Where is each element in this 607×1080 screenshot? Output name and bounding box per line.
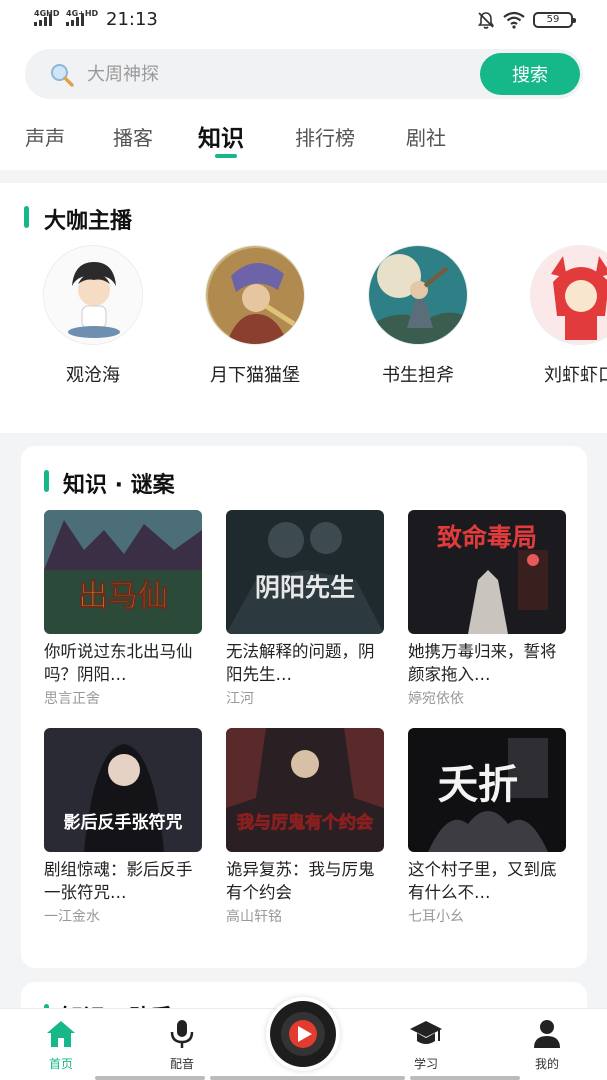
status-bar: 4GHD 4G+HD 21:13 59: [0, 0, 607, 40]
cover-text: 我与厉鬼有个约会: [237, 812, 373, 833]
search-icon: [51, 64, 74, 87]
book-title: 你听说过东北出马仙吗？阴阳…: [44, 642, 193, 684]
active-tab-indicator: [215, 154, 237, 158]
book-title: 这个村子里，又到底有什么不…: [408, 860, 557, 902]
book-cover[interactable]: 致命毒局: [408, 510, 566, 634]
avatar[interactable]: [43, 245, 143, 345]
gesture-bar: [210, 1076, 405, 1080]
graduation-cap-icon: [410, 1021, 442, 1044]
cover-text: 出马仙: [78, 579, 168, 614]
section-title: 知识 · 谜案: [63, 473, 175, 498]
book-cover[interactable]: 出马仙: [44, 510, 202, 634]
cover-text: 影后反手张符咒: [64, 812, 183, 833]
book-author: 江河: [226, 691, 254, 707]
bell-muted-icon: [477, 12, 495, 29]
book-cover[interactable]: 阴阳先生: [226, 510, 384, 634]
bottom-nav: 首页 配音 学习 我的: [0, 997, 607, 1080]
battery-indicator: 59: [533, 12, 576, 28]
microphone-icon: [170, 1020, 194, 1048]
home-icon: [47, 1021, 75, 1047]
gesture-bar: [410, 1076, 520, 1080]
avatar[interactable]: [368, 245, 468, 345]
header: 搜索 声声 播客 知识 排行榜 剧社: [0, 40, 607, 170]
book-cover[interactable]: 我与厉鬼有个约会: [226, 728, 384, 852]
nav-label: 我的: [534, 1057, 559, 1071]
signal-icon-2: [66, 14, 84, 26]
anchors-section: 大咖主播 观沧海 关注 月下猫猫堡 关注: [0, 183, 607, 433]
play-icon: [270, 1001, 336, 1067]
anchor-name: 月下猫猫堡: [210, 365, 300, 386]
book-author: 一江金水: [44, 909, 100, 925]
nav-profile[interactable]: 我的: [517, 1019, 577, 1079]
nav-home[interactable]: 首页: [31, 1019, 91, 1079]
nav-study[interactable]: 学习: [396, 1019, 456, 1079]
book-title: 诡异复苏：我与厉鬼有个约会: [226, 860, 375, 902]
tab-drama-club[interactable]: 剧社: [406, 122, 446, 151]
mystery-section: 知识 · 谜案 出马仙 你听说过东北出马仙吗？阴阳… 思言正舍 阴阳先生 无法解…: [21, 446, 587, 968]
book-title: 她携万毒归来，誓将颜家拖入…: [408, 642, 557, 684]
cover-text: 致命毒局: [437, 523, 537, 552]
clock: 21:13: [106, 9, 158, 30]
cover-text: 夭折: [438, 761, 518, 808]
anchor-name: 观沧海: [66, 365, 120, 386]
tab-shengsheng[interactable]: 声声: [25, 122, 65, 151]
tab-podcast[interactable]: 播客: [113, 122, 153, 151]
anchor-name: 书生担斧: [382, 365, 454, 386]
play-button[interactable]: [266, 997, 340, 1071]
book-author: 婷宛依依: [408, 691, 464, 707]
tab-knowledge[interactable]: 知识: [198, 119, 244, 153]
search-bar[interactable]: 搜索: [25, 49, 583, 99]
cover-text: 阴阳先生: [255, 573, 355, 602]
wifi-icon: [503, 11, 525, 29]
section-accent-bar: [24, 206, 29, 228]
nav-label: 学习: [413, 1057, 438, 1071]
book-cover[interactable]: 夭折: [408, 728, 566, 852]
search-button[interactable]: 搜索: [480, 53, 580, 95]
book-cover[interactable]: 影后反手张符咒: [44, 728, 202, 852]
section-accent-bar: [44, 470, 49, 492]
nav-label: 配音: [169, 1057, 194, 1071]
anchor-name: 刘虾虾口: [544, 365, 607, 386]
book-author: 高山轩铭: [226, 909, 282, 925]
book-author: 七耳小幺: [408, 909, 464, 925]
search-input[interactable]: [87, 49, 467, 99]
gesture-bar: [95, 1076, 205, 1080]
book-title: 剧组惊魂：影后反手一张符咒…: [44, 860, 193, 902]
user-icon: [534, 1020, 560, 1048]
tab-bar: 声声 播客 知识 排行榜 剧社: [0, 118, 607, 162]
avatar[interactable]: [530, 245, 607, 345]
nav-dubbing[interactable]: 配音: [152, 1019, 212, 1079]
signal-icon: [34, 14, 52, 26]
book-author: 思言正舍: [44, 691, 100, 707]
avatar[interactable]: [205, 245, 305, 345]
tab-ranking[interactable]: 排行榜: [295, 122, 355, 151]
book-title: 无法解释的问题，阴阳先生…: [226, 642, 375, 684]
section-title: 大咖主播: [44, 209, 133, 234]
nav-label: 首页: [48, 1057, 73, 1071]
